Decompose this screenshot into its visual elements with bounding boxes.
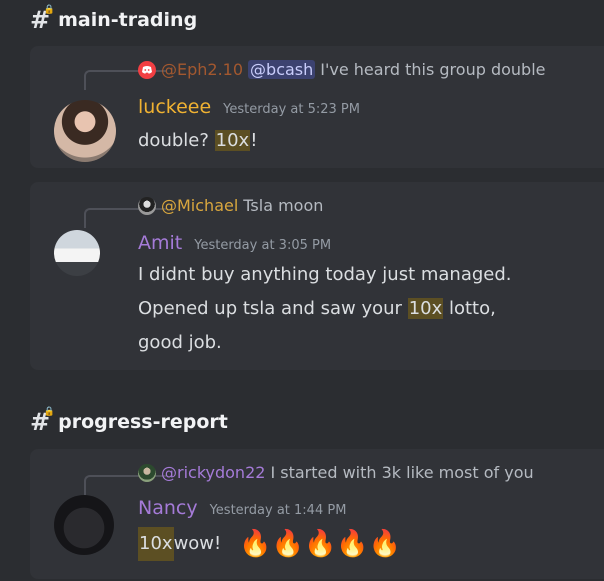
- avatar-mini: [138, 463, 156, 482]
- message-card[interactable]: @Eph2.10 @bcash I've heard this group do…: [30, 46, 604, 168]
- hash-lock-icon: # 🔒: [30, 5, 56, 34]
- search-highlight: 10x: [407, 298, 444, 319]
- reply-text: I've heard this group double: [320, 60, 546, 79]
- fire-emoji[interactable]: 🔥: [336, 527, 368, 561]
- text-segment: Opened up tsla and saw your: [138, 298, 408, 319]
- timestamp: Yesterday at 1:44 PM: [209, 503, 347, 518]
- reply-author[interactable]: @Michael: [161, 196, 238, 215]
- channel-header-progress-report[interactable]: # 🔒 progress-report: [30, 407, 228, 436]
- text-line: good job.: [138, 332, 222, 353]
- timestamp: Yesterday at 3:05 PM: [194, 238, 332, 253]
- fire-emoji[interactable]: 🔥: [369, 527, 401, 561]
- timestamp: Yesterday at 5:23 PM: [223, 102, 360, 117]
- message-text: 10x wow! 🔥 🔥 🔥 🔥 🔥: [138, 527, 401, 561]
- reply-text: Tsla moon: [243, 196, 324, 215]
- message-text: I didnt buy anything today just managed.…: [138, 258, 512, 360]
- message-text: double? 10x!: [138, 124, 257, 158]
- text-segment: lotto,: [443, 298, 496, 319]
- message-header: Nancy Yesterday at 1:44 PM: [138, 497, 346, 519]
- channel-header-main-trading[interactable]: # 🔒 main-trading: [30, 5, 198, 34]
- emoji-group: 🔥 🔥 🔥 🔥 🔥: [239, 527, 401, 561]
- text-segment: double?: [138, 130, 215, 151]
- avatar[interactable]: [54, 230, 100, 276]
- username[interactable]: Nancy: [138, 497, 198, 519]
- username[interactable]: luckeee: [138, 96, 211, 118]
- reply-preview[interactable]: @Michael Tsla moon: [138, 196, 323, 215]
- avatar[interactable]: [54, 100, 116, 162]
- reply-preview[interactable]: @rickydon22 I started with 3k like most …: [138, 463, 534, 482]
- reply-text: I started with 3k like most of you: [270, 463, 534, 482]
- reply-mention[interactable]: @bcash: [248, 60, 316, 79]
- hash-lock-icon: # 🔒: [30, 407, 56, 436]
- message-card[interactable]: @rickydon22 I started with 3k like most …: [30, 449, 604, 579]
- channel-name: progress-report: [58, 411, 228, 433]
- text-segment: wow!: [173, 533, 222, 554]
- fire-emoji[interactable]: 🔥: [239, 527, 271, 561]
- reply-author[interactable]: @rickydon22: [161, 463, 265, 482]
- avatar[interactable]: [54, 495, 114, 555]
- reply-author[interactable]: @Eph2.10: [161, 60, 243, 79]
- discord-icon: [138, 60, 156, 79]
- message-card[interactable]: @Michael Tsla moon Amit Yesterday at 3:0…: [30, 182, 604, 370]
- message-header: Amit Yesterday at 3:05 PM: [138, 232, 331, 254]
- username[interactable]: Amit: [138, 232, 182, 254]
- fire-emoji[interactable]: 🔥: [304, 527, 336, 561]
- text-line: Opened up tsla and saw your 10x lotto,: [138, 292, 512, 326]
- text-segment: !: [250, 130, 258, 151]
- text-line: I didnt buy anything today just managed.: [138, 264, 512, 285]
- search-highlight: 10x: [138, 527, 174, 561]
- reply-preview[interactable]: @Eph2.10 @bcash I've heard this group do…: [138, 60, 545, 79]
- search-highlight: 10x: [214, 130, 251, 151]
- fire-emoji[interactable]: 🔥: [272, 527, 304, 561]
- channel-name: main-trading: [58, 9, 198, 31]
- message-header: luckeee Yesterday at 5:23 PM: [138, 96, 360, 118]
- avatar-mini: [138, 196, 156, 215]
